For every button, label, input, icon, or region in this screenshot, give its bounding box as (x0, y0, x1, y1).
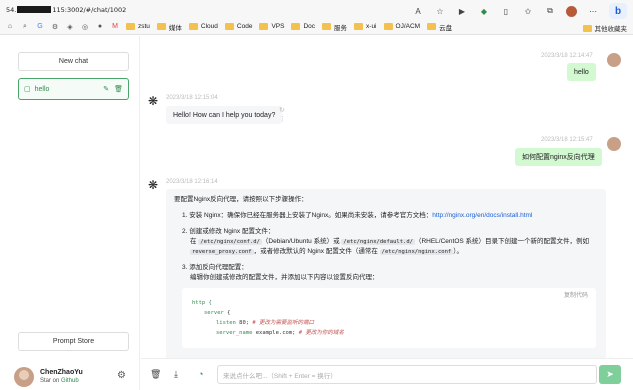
assistant-answer: 要配置Nginx反向代理，请按照以下步骤操作： 1. 安装 Nginx：确保你已… (166, 189, 606, 358)
cube-icon[interactable]: ◈ (66, 23, 74, 31)
folder-icon (383, 23, 393, 30)
favorite-star-icon[interactable]: ☆ (434, 7, 446, 16)
answer-intro: 要配置Nginx反向代理，请按照以下步骤操作： (174, 196, 308, 203)
code-block: 复制代码 http { server { listen 80; # 更改为需要监… (182, 288, 596, 348)
bookmark-folder[interactable]: zstu (126, 23, 150, 30)
nginx-docs-link[interactable]: http://nginx.org/en/docs/install.html (432, 212, 532, 219)
profile-avatar[interactable] (566, 5, 577, 17)
bookmark-folder[interactable]: x-ui (354, 23, 377, 30)
browser-address-bar: 54. 115:3002/#/chat/1002 A ☆ ▶ ◆ ▯ ✩ ⧉ ⋯… (0, 0, 633, 19)
collections-icon[interactable]: ⧉ (544, 6, 556, 16)
new-chat-button[interactable]: New chat (18, 52, 129, 71)
message-timestamp: 2023/3/18 12:15:04 (166, 95, 218, 101)
chat-item-actions: ✎ 🗑 (103, 85, 123, 93)
user-avatar (607, 53, 621, 67)
bookmark-folder[interactable]: 云盘 (427, 22, 452, 32)
delete-icon[interactable]: 🗑 (114, 85, 123, 93)
answer-step-1: 1. 安装 Nginx：确保你已经在服务器上安装了Nginx。如果尚未安装，请参… (182, 212, 533, 219)
settings-bookmark-icon[interactable]: ⚙ (51, 23, 59, 31)
user-message: hello (567, 63, 596, 81)
bookmark-folder[interactable]: Code (224, 23, 252, 30)
bookmark-folder[interactable]: Doc (291, 23, 315, 30)
send-icon: ➤ (606, 369, 614, 379)
github-link[interactable]: Github (61, 378, 79, 384)
search-icon[interactable]: ⌕ (21, 23, 29, 31)
chat-app: New chat ▢ hello ✎ 🗑 Prompt Store ChenZh… (0, 36, 633, 390)
assistant-logo-icon: ❋ (147, 94, 159, 108)
favorites-icon[interactable]: ✩ (522, 7, 534, 16)
copy-icon[interactable]: ⋮ (279, 115, 286, 123)
input-bar: 🗑 ⤓ ◔ 来说点什么吧...（Shift + Enter = 换行） ➤ (141, 358, 633, 390)
folder-icon (259, 23, 269, 30)
copilot-icon[interactable]: b (609, 3, 627, 19)
user-avatar (607, 137, 621, 151)
message-timestamp: 2023/3/18 12:16:14 (166, 179, 218, 185)
chat-bubble-icon: ▢ (24, 86, 31, 93)
chat-history-item[interactable]: ▢ hello ✎ 🗑 (18, 78, 129, 100)
folder-icon (291, 23, 301, 30)
bookmark-folder[interactable]: VPS (259, 23, 284, 30)
chat-title: hello (34, 85, 50, 93)
folder-icon (354, 23, 364, 30)
bookmark-folder[interactable]: 服务 (322, 22, 347, 32)
message-timestamp: 2023/3/18 12:15:47 (541, 137, 593, 143)
user-info: ChenZhaoYu Star on Github (40, 368, 83, 386)
message-timestamp: 2023/3/18 12:14:47 (541, 53, 593, 59)
user-subtitle: Star on Github (40, 378, 79, 384)
github-icon[interactable]: ● (96, 23, 104, 31)
url-suffix: 115:3002/#/chat/1002 (52, 5, 127, 14)
redacted-ip (17, 6, 52, 13)
context-toggle-icon[interactable]: ◔ (198, 369, 203, 379)
reload-icon[interactable]: ↻ (279, 106, 285, 114)
copy-code-button[interactable]: 复制代码 (564, 291, 588, 301)
media-play-icon[interactable]: ▶ (456, 7, 468, 16)
home-icon[interactable]: ⌂ (6, 23, 14, 31)
folder-icon (126, 23, 135, 30)
read-aloud-icon[interactable]: A (412, 7, 424, 16)
folder-icon (427, 23, 437, 30)
folder-icon (582, 24, 592, 32)
globe-icon[interactable]: ◎ (81, 23, 89, 31)
bookmark-folder[interactable]: Cloud (188, 23, 218, 30)
assistant-logo-icon: ❋ (147, 178, 159, 192)
prompt-store-button[interactable]: Prompt Store (18, 332, 129, 351)
browser-toolbar: A ☆ ▶ ◆ ▯ ✩ ⧉ ⋯ b (412, 3, 627, 19)
message-input[interactable]: 来说点什么吧...（Shift + Enter = 换行） (217, 365, 597, 384)
assistant-message: Hello! How can I help you today? (166, 106, 283, 124)
send-button[interactable]: ➤ (599, 365, 621, 384)
user-profile: ChenZhaoYu Star on Github ⚙ (14, 364, 134, 390)
message-list: 2023/3/18 12:14:47 hello ❋ 2023/3/18 12:… (141, 36, 633, 358)
folder-icon (224, 23, 234, 30)
shield-icon[interactable]: ◆ (478, 7, 490, 16)
avatar (14, 367, 34, 387)
user-message: 如何配置nginx反向代理 (515, 148, 602, 166)
sidebar: New chat ▢ hello ✎ 🗑 Prompt Store ChenZh… (0, 36, 140, 390)
bookmarks-bar: ⌂ ⌕ G ⚙ ◈ ◎ ● M zstu 媒体 Cloud Code VPS D… (0, 19, 633, 35)
split-screen-icon[interactable]: ▯ (500, 7, 512, 16)
url-prefix: 54. (6, 5, 17, 14)
edit-icon[interactable]: ✎ (103, 85, 109, 93)
bookmark-folder[interactable]: 媒体 (156, 22, 182, 32)
answer-step-3: 3. 添加反向代理配置： 编辑你创建或修改的配置文件，并添加以下内容以设置反向代… (182, 264, 379, 281)
other-bookmarks[interactable]: 其他收藏夹 (582, 23, 627, 33)
folder-icon (156, 23, 166, 30)
gmail-icon[interactable]: M (111, 23, 119, 31)
answer-step-2: 2. 创建或修改 Nginx 配置文件： 在 /etc/nginx/conf.d… (182, 228, 590, 255)
chat-main: 2023/3/18 12:14:47 hello ❋ 2023/3/18 12:… (141, 36, 633, 390)
download-icon[interactable]: ⤓ (174, 369, 178, 380)
more-menu-icon[interactable]: ⋯ (587, 7, 599, 16)
google-icon[interactable]: G (36, 23, 44, 31)
url-field[interactable]: 54. 115:3002/#/chat/1002 (6, 6, 126, 14)
bookmark-folder[interactable]: OJ/ACM (383, 23, 420, 30)
settings-gear-icon[interactable]: ⚙ (117, 370, 126, 381)
delete-chat-icon[interactable]: 🗑 (150, 369, 161, 380)
folder-icon (322, 23, 332, 30)
folder-icon (188, 23, 198, 30)
user-name: ChenZhaoYu (40, 369, 83, 376)
